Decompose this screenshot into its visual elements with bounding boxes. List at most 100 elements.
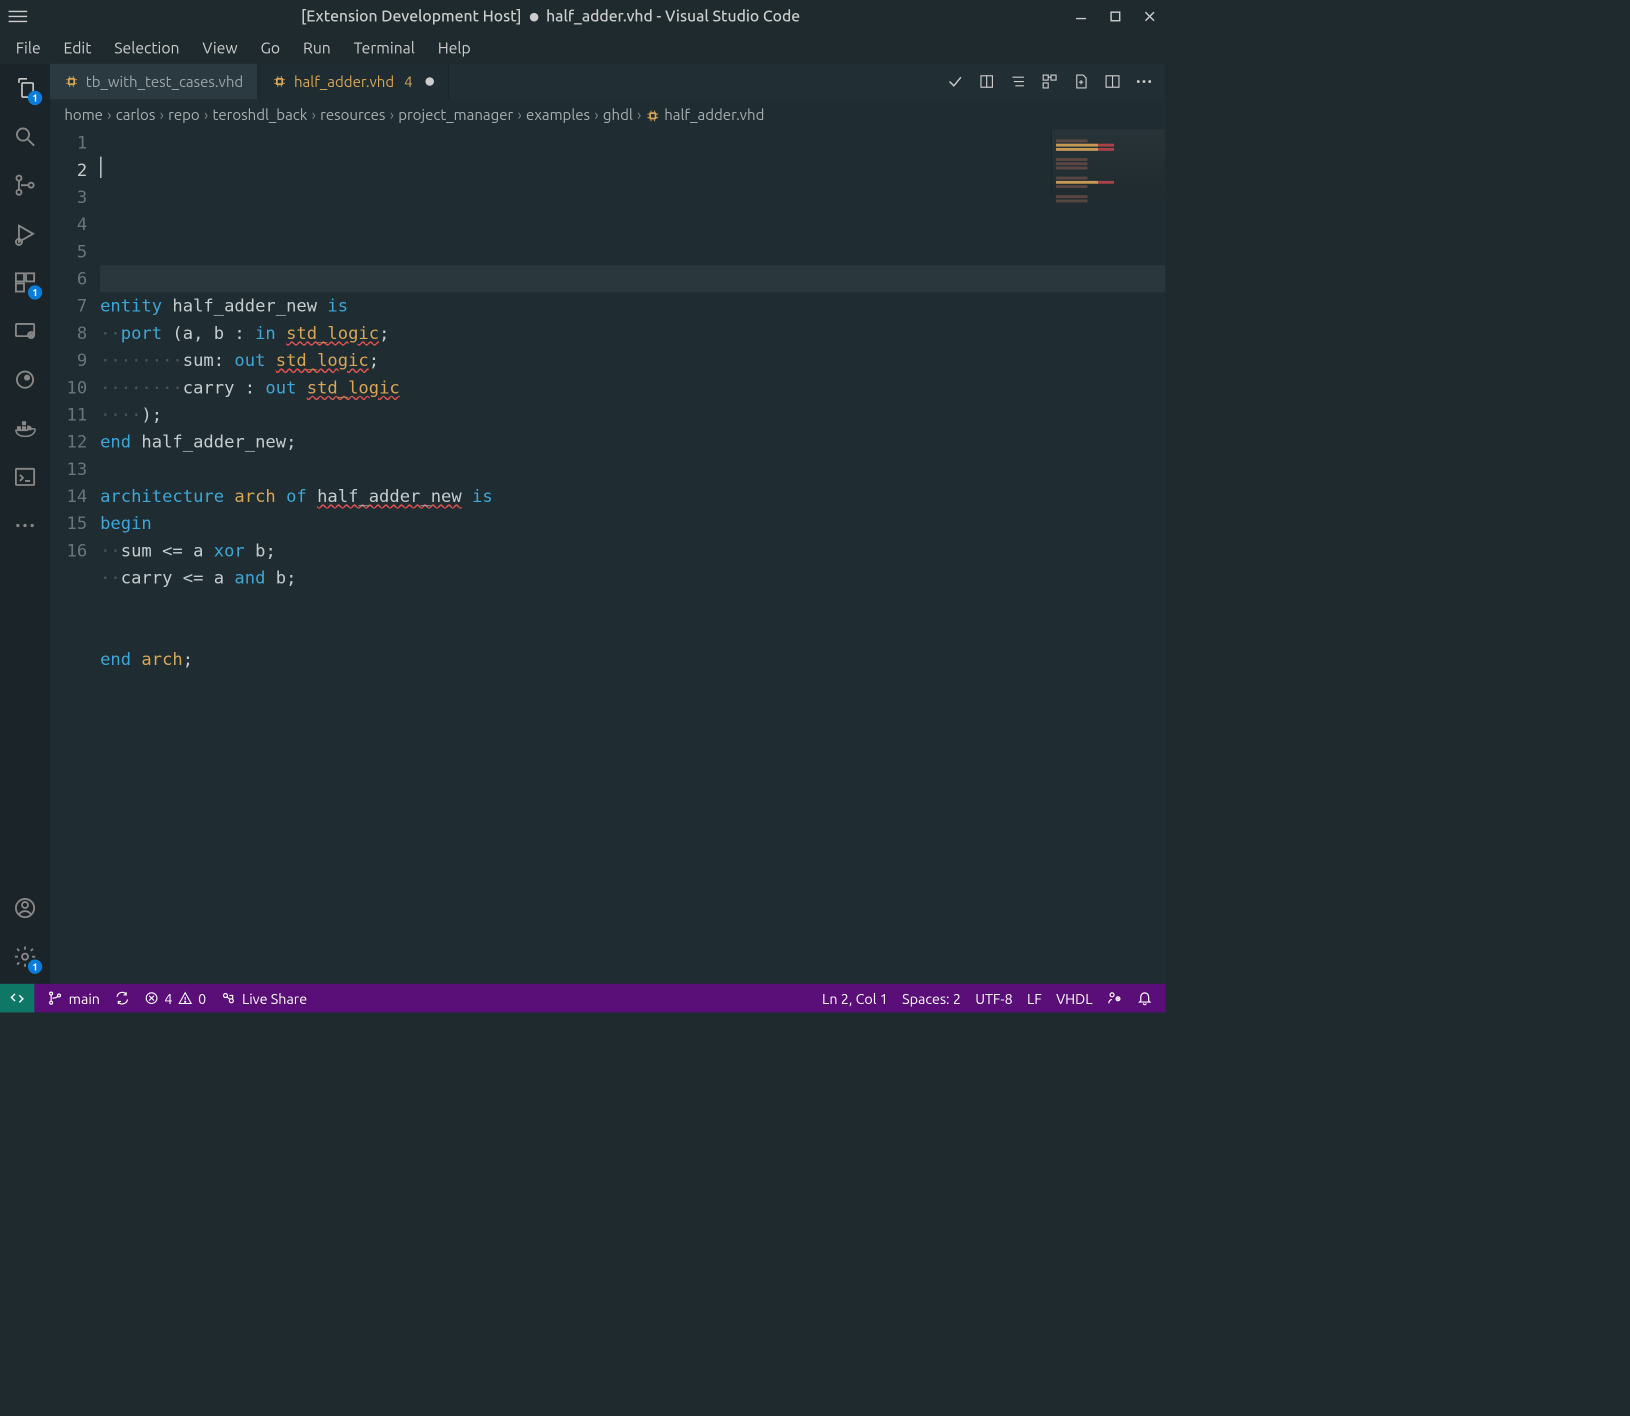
line-number[interactable]: 11 [50, 401, 87, 428]
menu-edit[interactable]: Edit [54, 36, 102, 60]
maximize-button[interactable] [1108, 9, 1122, 23]
breadcrumb[interactable]: home›carlos›repo›teroshdl_back›resources… [50, 99, 1165, 129]
code-line[interactable]: end half_adder_new; [100, 428, 1165, 455]
menu-run[interactable]: Run [293, 36, 341, 60]
more-actions-icon[interactable] [1135, 73, 1152, 90]
line-number[interactable]: 10 [50, 374, 87, 401]
crumb-8[interactable]: half_adder.vhd [646, 106, 765, 124]
line-number[interactable]: 8 [50, 320, 87, 347]
chevron-right-icon: › [312, 106, 316, 123]
line-number[interactable]: 7 [50, 292, 87, 319]
line-number[interactable]: 1 [50, 129, 87, 156]
menu-view[interactable]: View [192, 36, 247, 60]
line-number[interactable]: 15 [50, 510, 87, 537]
list-icon[interactable] [1010, 73, 1027, 90]
line-number[interactable]: 2 [50, 157, 87, 184]
code-line[interactable]: ··carry <= a and b; [100, 564, 1165, 591]
run-debug-icon[interactable] [11, 220, 40, 249]
docker-icon[interactable] [11, 414, 40, 443]
code[interactable]: entity half_adder_new is··port (a, b : i… [100, 129, 1165, 983]
code-line[interactable] [100, 238, 1165, 265]
account-icon[interactable] [11, 894, 40, 923]
code-line[interactable] [100, 455, 1165, 482]
line-number[interactable]: 4 [50, 211, 87, 238]
remote-indicator[interactable] [0, 984, 34, 1013]
eol[interactable]: LF [1027, 990, 1042, 1006]
code-line[interactable] [100, 265, 1165, 292]
menu-go[interactable]: Go [250, 36, 290, 60]
search-icon[interactable] [11, 122, 40, 151]
line-number[interactable]: 5 [50, 238, 87, 265]
line-number[interactable]: 16 [50, 537, 87, 564]
crumb-4[interactable]: resources [320, 106, 385, 123]
menu-file[interactable]: File [6, 36, 51, 60]
code-line[interactable]: ········carry : out std_logic [100, 374, 1165, 401]
feedback-icon[interactable] [1107, 990, 1123, 1006]
gear-icon[interactable]: 1 [11, 942, 40, 971]
minimize-button[interactable] [1074, 9, 1088, 23]
code-line[interactable]: ··sum <= a xor b; [100, 537, 1165, 564]
menu-selection[interactable]: Selection [104, 36, 189, 60]
code-line[interactable]: end arch; [100, 646, 1165, 673]
code-line[interactable]: begin [100, 510, 1165, 537]
code-line[interactable]: ··port (a, b : in std_logic; [100, 320, 1165, 347]
schematic-icon[interactable] [1041, 73, 1058, 90]
chevron-right-icon: › [637, 106, 641, 123]
menu-terminal[interactable]: Terminal [344, 36, 425, 60]
editor[interactable]: 12345678910111213141516 entity half_adde… [50, 129, 1165, 983]
crumb-7[interactable]: ghdl [603, 106, 633, 123]
crumb-1[interactable]: carlos [116, 106, 156, 123]
encoding[interactable]: UTF-8 [975, 990, 1012, 1006]
teros-icon[interactable] [11, 365, 40, 394]
book-icon[interactable] [978, 73, 995, 90]
line-number[interactable]: 9 [50, 347, 87, 374]
title-file: half_adder.vhd [546, 7, 653, 25]
chevron-right-icon: › [204, 106, 208, 123]
window-title: [Extension Development Host] half_adder.… [27, 7, 1074, 25]
code-line[interactable] [100, 618, 1165, 645]
line-number[interactable]: 6 [50, 265, 87, 292]
remote-icon[interactable] [11, 317, 40, 346]
activitybar: 1 1 [0, 64, 50, 984]
app-menu-icon[interactable] [9, 10, 28, 21]
git-branch[interactable]: main [47, 990, 100, 1006]
tab-1[interactable]: half_adder.vhd4 [258, 64, 449, 100]
more-icon[interactable] [11, 511, 40, 540]
terminal-panel-icon[interactable] [11, 463, 40, 492]
title-prefix: [Extension Development Host] [301, 7, 522, 25]
line-number[interactable]: 13 [50, 455, 87, 482]
live-share[interactable]: Live Share [220, 990, 307, 1006]
code-line[interactable]: ········sum: out std_logic; [100, 347, 1165, 374]
line-number[interactable]: 14 [50, 483, 87, 510]
code-line[interactable]: entity half_adder_new is [100, 292, 1165, 319]
menu-help[interactable]: Help [428, 36, 481, 60]
close-button[interactable] [1143, 9, 1157, 23]
cursor-position[interactable]: Ln 2, Col 1 [822, 990, 888, 1006]
check-icon[interactable] [947, 73, 964, 90]
tab-0[interactable]: tb_with_test_cases.vhd [50, 64, 258, 100]
explorer-icon[interactable]: 1 [11, 74, 40, 103]
code-line[interactable]: ····); [100, 401, 1165, 428]
modified-dot-icon [426, 77, 435, 86]
split-editor-icon[interactable] [1104, 73, 1121, 90]
crumb-0[interactable]: home [64, 106, 103, 123]
crumb-3[interactable]: teroshdl_back [212, 106, 307, 123]
sync-button[interactable] [114, 990, 130, 1006]
crumb-2[interactable]: repo [168, 106, 200, 123]
crumb-5[interactable]: project_manager [398, 106, 513, 123]
extensions-icon[interactable]: 1 [11, 268, 40, 297]
new-file-icon[interactable] [1073, 73, 1090, 90]
chevron-right-icon: › [160, 106, 164, 123]
bell-icon[interactable] [1137, 990, 1153, 1006]
code-line[interactable]: architecture arch of half_adder_new is [100, 483, 1165, 510]
source-control-icon[interactable] [11, 171, 40, 200]
main: 1 1 [0, 64, 1165, 984]
language-mode[interactable]: VHDL [1056, 990, 1092, 1006]
line-number[interactable]: 3 [50, 184, 87, 211]
problems-status[interactable]: 4 0 [144, 990, 206, 1006]
indentation[interactable]: Spaces: 2 [902, 990, 961, 1006]
minimap[interactable] [1051, 129, 1165, 197]
code-line[interactable] [100, 591, 1165, 618]
crumb-6[interactable]: examples [526, 106, 590, 123]
line-number[interactable]: 12 [50, 428, 87, 455]
